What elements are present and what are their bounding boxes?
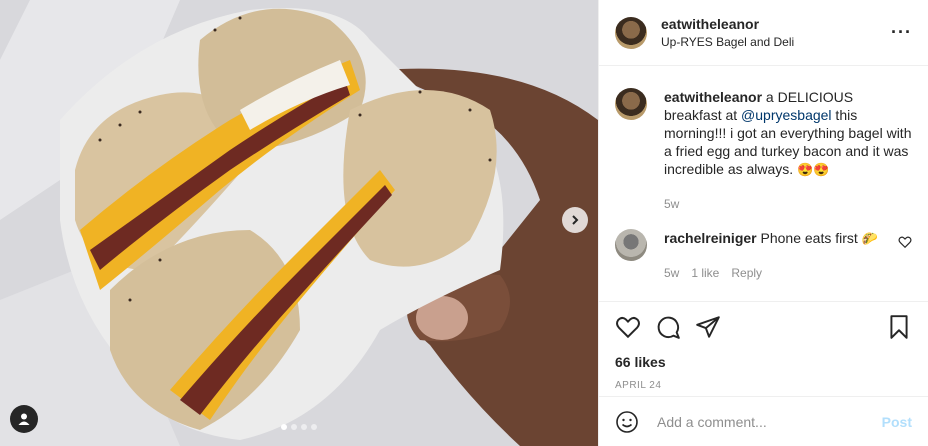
caption-time[interactable]: 5w	[664, 197, 679, 211]
user-icon	[18, 413, 30, 425]
comment-input[interactable]	[655, 412, 882, 431]
carousel-next-button[interactable]	[562, 207, 588, 233]
comments-section: eatwitheleanor a DELICIOUS breakfast at …	[599, 66, 928, 301]
comment-meta: 5w 1 like Reply	[664, 264, 890, 282]
emoji-icon[interactable]	[615, 410, 639, 434]
carousel-dot	[291, 424, 297, 430]
comment-emoji: 🌮	[861, 231, 878, 246]
likes-count[interactable]: 66 likes	[615, 354, 912, 370]
comment-text: Phone eats first	[756, 230, 862, 246]
share-icon[interactable]	[695, 314, 721, 340]
like-icon[interactable]	[615, 314, 641, 340]
post-comment-button[interactable]: Post	[882, 414, 912, 430]
caption-mention[interactable]: @upryesbagel	[741, 107, 832, 123]
post-sidebar: eatwitheleanor Up-RYES Bagel and Deli ··…	[598, 0, 928, 446]
more-options-button[interactable]: ···	[891, 22, 912, 43]
post-media[interactable]	[0, 0, 598, 446]
post-actions: 66 likes APRIL 24	[599, 301, 928, 396]
carousel-indicator	[281, 424, 317, 430]
bookmark-icon[interactable]	[886, 314, 912, 340]
add-comment-bar: Post	[599, 396, 928, 446]
comment-time[interactable]: 5w	[664, 266, 679, 280]
carousel-dot	[301, 424, 307, 430]
commenter-avatar[interactable]	[615, 229, 647, 261]
tagged-users-button[interactable]	[10, 405, 38, 433]
comment-item: rachelreiniger Phone eats first 🌮 5w 1 li…	[615, 229, 912, 282]
author-username[interactable]: eatwitheleanor	[661, 16, 891, 32]
comment-username[interactable]: rachelreiniger	[664, 230, 757, 246]
author-avatar[interactable]	[615, 16, 647, 49]
chevron-right-icon	[572, 215, 579, 225]
post-location[interactable]: Up-RYES Bagel and Deli	[661, 35, 891, 49]
comment-likes[interactable]: 1 like	[691, 266, 719, 280]
carousel-dot	[281, 424, 287, 430]
more-horizontal-icon: ···	[891, 22, 912, 42]
caption-emojis: 😍😍	[797, 162, 830, 177]
comment-like-icon[interactable]	[898, 235, 912, 249]
post-photo	[0, 0, 598, 446]
comment-reply-button[interactable]: Reply	[731, 266, 762, 280]
carousel-dot	[311, 424, 317, 430]
caption-username[interactable]: eatwitheleanor	[664, 89, 762, 105]
caption-avatar[interactable]	[615, 88, 647, 120]
post-date[interactable]: APRIL 24	[615, 380, 912, 391]
comment-icon[interactable]	[655, 314, 681, 340]
caption: eatwitheleanor a DELICIOUS breakfast at …	[615, 88, 912, 213]
post-header: eatwitheleanor Up-RYES Bagel and Deli ··…	[599, 0, 928, 66]
caption-meta: 5w	[664, 195, 912, 213]
